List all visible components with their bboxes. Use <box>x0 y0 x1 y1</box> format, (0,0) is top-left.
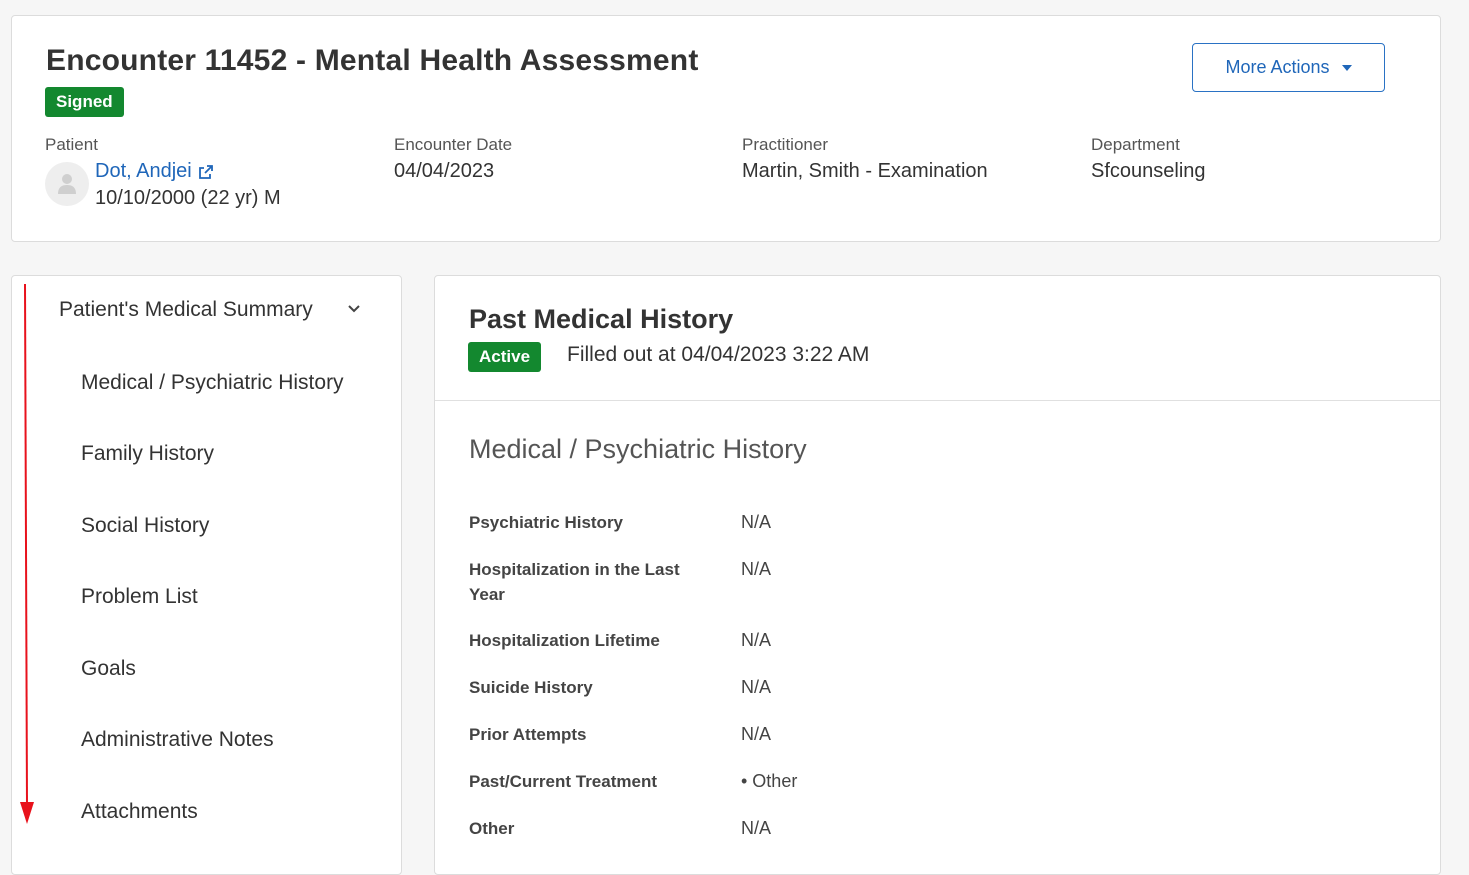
signed-status-badge: Signed <box>45 87 124 117</box>
patient-dob: 10/10/2000 (22 yr) M <box>95 187 281 209</box>
sidebar-item-attachments[interactable]: Attachments <box>81 800 198 824</box>
field-value-past-current-treatment: • Other <box>741 771 798 791</box>
user-icon <box>58 174 76 194</box>
sidebar-title: Patient's Medical Summary <box>59 298 313 321</box>
sidebar-item-medical-psychiatric-history[interactable]: Medical / Psychiatric History <box>81 371 344 395</box>
more-actions-label: More Actions <box>1225 57 1330 77</box>
field-label-prior-attempts: Prior Attempts <box>469 725 587 744</box>
scroll-down-arrow-annotation <box>20 284 34 824</box>
field-label-hospitalization-lifetime: Hospitalization Lifetime <box>469 631 660 650</box>
encounter-date-label: Encounter Date <box>394 135 513 154</box>
field-value-hospitalization-lifetime: N/A <box>741 630 772 650</box>
divider <box>435 400 1440 401</box>
field-value-psychiatric-history: N/A <box>741 512 772 532</box>
patient-name: Dot, Andjei <box>95 160 192 182</box>
field-value-hospitalization-last-year: N/A <box>741 559 772 579</box>
encounter-header-card: Encounter 11452 - Mental Health Assessme… <box>11 15 1441 242</box>
field-value-prior-attempts: N/A <box>741 724 772 744</box>
sidebar-item-administrative-notes[interactable]: Administrative Notes <box>81 728 274 752</box>
sidebar-item-goals[interactable]: Goals <box>81 657 136 681</box>
practitioner-label: Practitioner <box>742 135 828 154</box>
section-title: Medical / Psychiatric History <box>469 434 807 464</box>
sidebar-item-problem-list[interactable]: Problem List <box>81 585 198 609</box>
past-medical-history-panel: Past Medical History Active Filled out a… <box>434 275 1441 875</box>
sidebar-item-social-history[interactable]: Social History <box>81 514 209 538</box>
field-value-suicide-history: N/A <box>741 677 772 697</box>
encounter-title: Encounter 11452 - Mental Health Assessme… <box>46 44 699 77</box>
more-actions-button[interactable]: More Actions <box>1192 43 1385 92</box>
avatar <box>45 162 89 206</box>
sidebar-item-family-history[interactable]: Family History <box>81 442 214 466</box>
caret-down-icon <box>1341 64 1352 71</box>
panel-title: Past Medical History <box>469 304 734 334</box>
encounter-date-value: 04/04/2023 <box>394 160 495 182</box>
field-label-other: Other <box>469 819 515 838</box>
chevron-down-icon[interactable] <box>347 304 361 314</box>
patient-label: Patient <box>45 135 98 154</box>
active-status-badge: Active <box>468 342 542 372</box>
filled-out-timestamp: Filled out at 04/04/2023 3:22 AM <box>567 343 870 366</box>
medical-summary-sidebar: Patient's Medical Summary Medical / Psyc… <box>11 275 402 875</box>
patient-name-link[interactable]: Dot, Andjei <box>95 160 214 183</box>
field-value-other: N/A <box>741 818 772 838</box>
department-label: Department <box>1091 135 1180 154</box>
department-value: Sfcounseling <box>1091 160 1206 182</box>
field-label-psychiatric-history: Psychiatric History <box>469 513 624 532</box>
field-label-suicide-history: Suicide History <box>469 678 593 697</box>
field-label-hospitalization-last-year: Hospitalization in the Last Year <box>469 560 680 604</box>
field-label-past-current-treatment: Past/Current Treatment <box>469 772 657 791</box>
practitioner-value: Martin, Smith - Examination <box>742 160 988 182</box>
external-link-icon <box>198 164 213 179</box>
